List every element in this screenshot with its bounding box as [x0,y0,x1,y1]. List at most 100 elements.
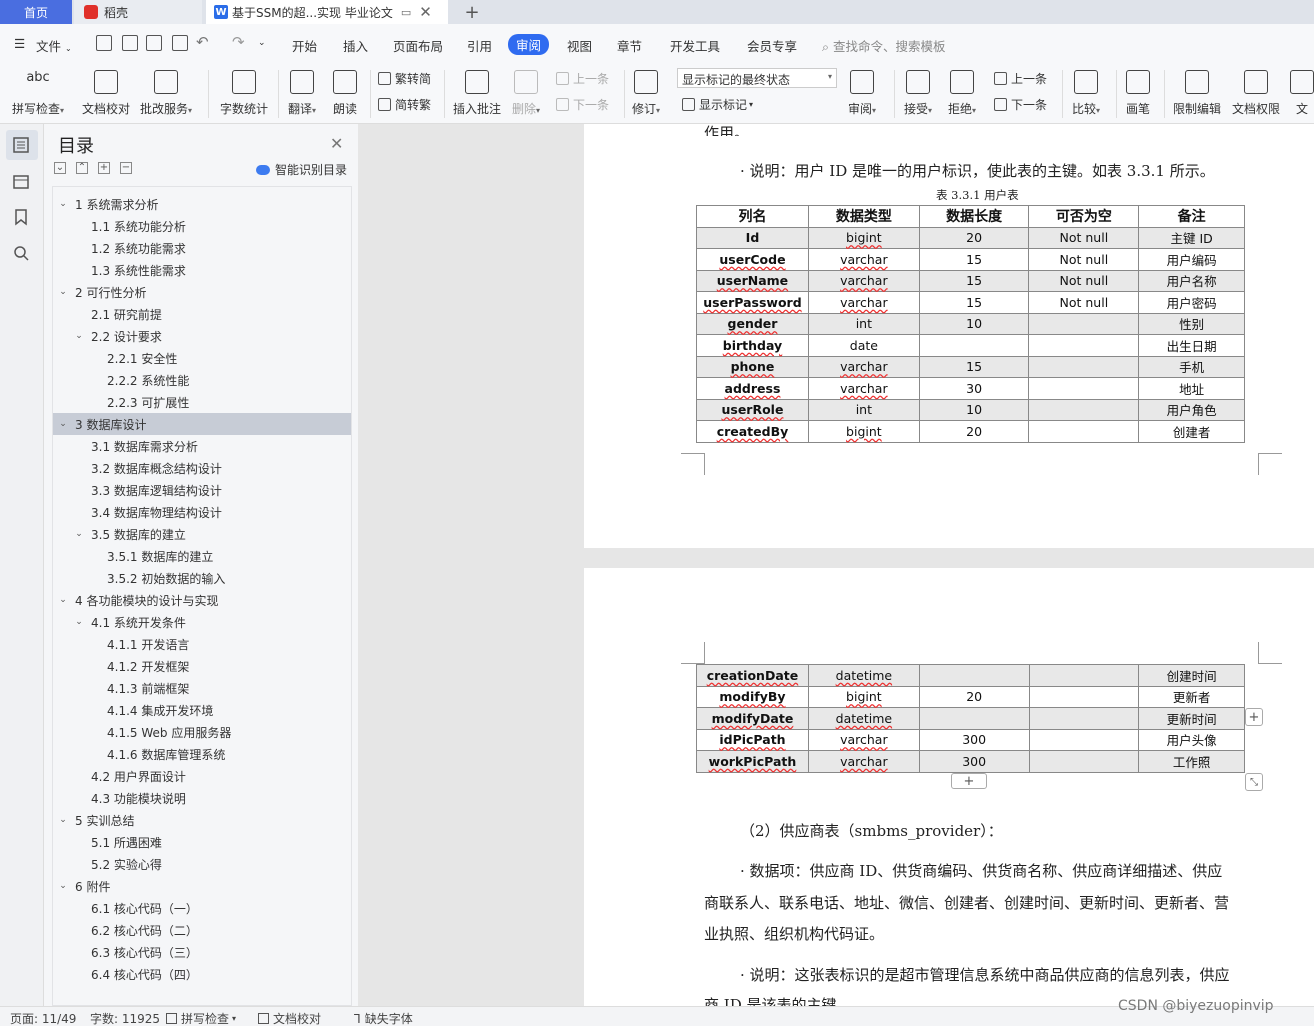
reject-button[interactable]: 拒绝▾ [948,66,976,117]
table-cell[interactable] [918,334,1030,357]
toc-item[interactable]: 1.3 系统性能需求 [53,259,351,281]
new-tab-button[interactable]: + [460,0,484,24]
table-cell[interactable] [1028,398,1140,421]
table-cell[interactable]: workPicPath [696,750,809,773]
toc-item[interactable]: 4.1.2 开发框架 [53,655,351,677]
table-cell[interactable]: idPicPath [696,728,809,751]
table-cell[interactable]: 更新者 [1138,685,1245,708]
table-cell[interactable] [1028,355,1140,378]
table-cell[interactable]: bigint [807,685,920,708]
menu-start[interactable]: 开始 [292,36,317,55]
table-cell[interactable]: address [696,377,809,400]
toc-item[interactable]: 2.2.1 安全性 [53,347,351,369]
table-cell[interactable]: 主键 ID [1138,226,1245,249]
table-cell[interactable]: 15 [918,248,1030,271]
chevron-down-icon[interactable]: ⌄ [57,287,69,297]
chevron-down-icon[interactable]: ⌄ [73,331,85,341]
tab-home[interactable]: 首页 [0,0,72,24]
table-cell[interactable]: date [807,334,920,357]
chevron-down-icon[interactable]: ⌄ [57,419,69,429]
table-cell[interactable] [918,707,1030,730]
next-change-button[interactable]: 下一条 [994,96,1047,113]
table-cell[interactable]: 用户名称 [1138,269,1245,292]
toc-item[interactable]: 6.1 核心代码（一） [53,897,351,919]
toc-item[interactable]: 6.3 核心代码（三） [53,941,351,963]
spell-check-button[interactable]: abc 拼写检查▾ [12,66,64,117]
smart-toc-button[interactable]: 智能识别目录 [256,161,347,178]
delete-comment-button[interactable]: 删除▾ [512,66,540,117]
chevron-down-icon[interactable]: ⌄ [73,529,85,539]
status-spell-check[interactable]: 拼写检查 ▾ [166,1010,236,1026]
table-cell[interactable]: int [807,312,920,335]
menu-member[interactable]: 会员专享 [747,36,797,55]
chevron-down-icon[interactable]: ⌄ [57,595,69,605]
revise-button[interactable]: 修订▾ [632,66,660,117]
table-cell[interactable]: 20 [918,420,1030,443]
table-cell[interactable] [1028,750,1140,773]
toc-item[interactable]: 4.1.6 数据库管理系统 [53,743,351,765]
markup-state-select[interactable]: 显示标记的最终状态 ▾ [677,68,837,88]
table-cell[interactable]: Not null [1028,226,1140,249]
user-table-part1[interactable]: 列名 数据类型 数据长度 可否为空 备注 Id bigint 20 Not null 主键 ID… [696,205,1245,443]
tab-document[interactable]: W 基于SSM的超...实现 毕业论文 ▭ ✕ [206,0,448,24]
table-cell[interactable]: modifyBy [696,685,809,708]
table-cell[interactable]: userRole [696,398,809,421]
quick-more-icon[interactable]: ⌄ [258,38,266,48]
add-column-icon[interactable]: + [1245,708,1263,726]
toc-item[interactable]: 3.5.1 数据库的建立 [53,545,351,567]
table-cell[interactable]: 15 [918,291,1030,314]
collapse-all-icon[interactable]: ⌄ [54,162,66,174]
table-cell[interactable]: 20 [918,226,1030,249]
chevron-down-icon[interactable]: ⌄ [57,199,69,209]
toc-item[interactable]: ⌄ 3.5 数据库的建立 [53,523,351,545]
toc-item[interactable]: ⌄ 1 系统需求分析 [53,193,351,215]
read-aloud-button[interactable]: 朗读 [333,66,357,117]
missing-font[interactable]: Ꞁ 缺失字体 [354,1010,413,1026]
table-cell[interactable]: modifyDate [696,707,809,730]
insert-comment-button[interactable]: 插入批注 [453,66,501,117]
table-cell[interactable]: 30 [918,377,1030,400]
table-cell[interactable]: 用户编码 [1138,248,1245,271]
table-cell[interactable]: bigint [807,226,920,249]
table-cell[interactable]: 更新时间 [1138,707,1245,730]
doc-proof-button[interactable]: 文档校对 [82,66,130,117]
menu-reference[interactable]: 引用 [467,36,492,55]
table-cell[interactable]: creationDate [696,664,809,687]
toc-item[interactable]: ⌄ 3 数据库设计 [53,413,351,435]
table-cell[interactable]: varchar [807,269,920,292]
simp-to-trad-button[interactable]: 简转繁 [378,96,431,113]
table-cell[interactable]: gender [696,312,809,335]
table-cell[interactable]: 用户密码 [1138,291,1245,314]
next-comment-button[interactable]: 下一条 [556,96,609,113]
toc-item[interactable]: 4.1.4 集成开发环境 [53,699,351,721]
table-cell[interactable] [1028,707,1140,730]
add-heading-icon[interactable]: + [98,162,110,174]
document-page-2[interactable] [584,568,1314,1006]
table-cell[interactable]: 性别 [1138,312,1245,335]
toc-item[interactable]: ⌄ 2 可行性分析 [53,281,351,303]
command-search[interactable]: ⌕ 查找命令、搜索模板 [822,36,946,55]
table-cell[interactable]: 15 [918,269,1030,292]
table-cell[interactable]: varchar [807,728,920,751]
toc-item[interactable]: 5.2 实验心得 [53,853,351,875]
menu-view[interactable]: 视图 [567,36,592,55]
table-cell[interactable]: varchar [807,291,920,314]
toc-item[interactable]: ⌄ 2.2 设计要求 [53,325,351,347]
table-cell[interactable]: 出生日期 [1138,334,1245,357]
toc-item[interactable]: 4.1.5 Web 应用服务器 [53,721,351,743]
toc-item[interactable]: 2.1 研究前提 [53,303,351,325]
menu-file[interactable]: 文件 ⌄ [36,36,72,55]
toc-item[interactable]: 2.2.2 系统性能 [53,369,351,391]
table-cell[interactable]: int [807,398,920,421]
table-cell[interactable]: 300 [918,750,1030,773]
toc-item[interactable]: 3.4 数据库物理结构设计 [53,501,351,523]
hamburger-icon[interactable]: ☰ [14,36,25,51]
toc-item[interactable]: 3.2 数据库概念结构设计 [53,457,351,479]
table-cell[interactable] [1028,312,1140,335]
show-markup-button[interactable]: 显示标记 ▾ [682,96,753,113]
bookmark-icon[interactable] [12,208,30,226]
table-cell[interactable]: 创建时间 [1138,664,1245,687]
table-cell[interactable]: datetime [807,707,920,730]
user-table-part2[interactable]: creationDate datetime 创建时间 modifyBy bigint 20… [696,664,1245,773]
nav-window-icon[interactable] [12,172,30,190]
